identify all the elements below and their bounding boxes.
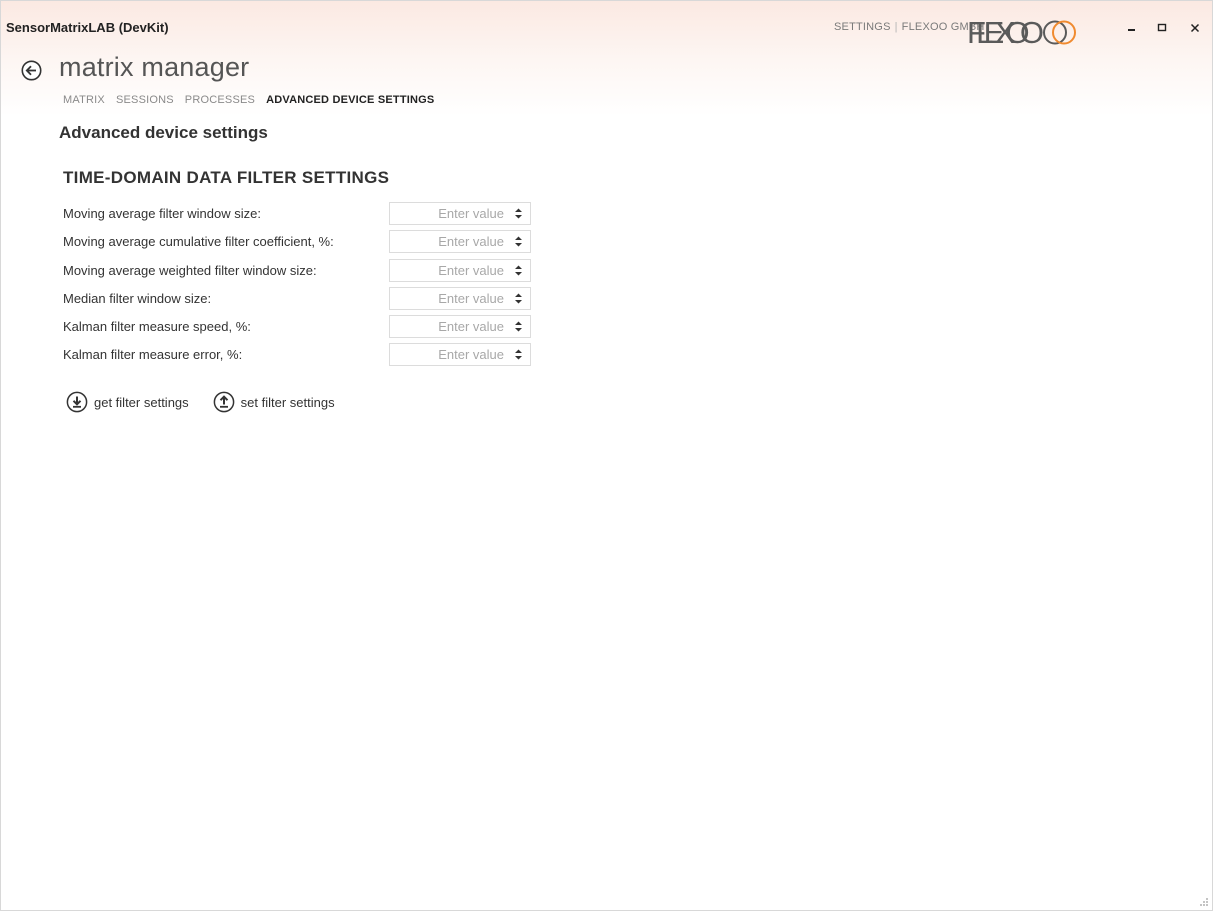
group-title: TIME-DOMAIN DATA FILTER SETTINGS [63,168,390,187]
field-row: Kalman filter measure error, %: [63,342,533,370]
app-window: SensorMatrixLAB (DevKit) SETTINGS | FLEXOO… [0,0,1213,911]
page-title: matrix manager [59,52,250,82]
tab-processes[interactable]: PROCESSES [185,94,255,106]
minimize-button[interactable] [1119,16,1145,40]
tab-sessions[interactable]: SESSIONS [116,94,174,106]
median-filter-window-size-spinbox [389,286,531,310]
spin-arrows-icon[interactable] [508,344,528,365]
moving-average-weighted-window-size-spinbox [389,258,531,282]
spin-arrows-icon[interactable] [508,203,528,224]
resize-grip-icon[interactable] [1199,897,1209,907]
filter-actions: get filter settings set filter settings [66,391,335,413]
field-label: Moving average weighted filter window si… [63,262,317,278]
get-filter-settings-label: get filter settings [94,394,189,410]
logo-text: FLEXOO [967,16,1045,48]
filter-settings-form: Moving average filter window size: Movin… [63,201,533,371]
spin-arrows-icon[interactable] [508,316,528,337]
spin-arrows-icon[interactable] [508,288,528,309]
moving-average-weighted-window-size-input[interactable] [390,259,508,281]
median-filter-window-size-input[interactable] [390,287,508,309]
back-arrow-icon[interactable] [21,60,42,81]
maximize-icon [1157,23,1167,32]
field-label: Median filter window size: [63,290,212,306]
field-row: Moving average cumulative filter coeffic… [63,229,533,257]
section-title: Advanced device settings [59,123,268,142]
field-label: Moving average filter window size: [63,206,261,221]
spin-arrows-icon[interactable] [508,231,528,252]
top-links: SETTINGS | FLEXOO GMBH [834,21,985,33]
field-label: Moving average cumulative filter coeffic… [63,234,334,250]
maximize-button[interactable] [1149,16,1175,40]
kalman-measure-error-input[interactable] [390,344,508,366]
moving-average-cumulative-coefficient-spinbox [389,230,531,254]
field-label: Kalman filter measure speed, %: [63,319,251,335]
nav-tabs: MATRIX SESSIONS PROCESSES ADVANCED DEVIC… [63,94,434,106]
settings-link[interactable]: SETTINGS [834,21,891,33]
field-row: Median filter window size: [63,286,533,314]
tab-matrix[interactable]: MATRIX [63,94,105,106]
field-row: Kalman filter measure speed, %: [63,314,533,342]
moving-average-window-size-input[interactable] [390,203,508,224]
field-row: Moving average filter window size: [63,201,533,229]
spin-arrows-icon[interactable] [508,260,528,281]
set-filter-settings-label: set filter settings [240,394,335,410]
tab-advanced-device-settings[interactable]: ADVANCED DEVICE SETTINGS [266,94,434,106]
upload-icon [213,391,235,413]
link-separator: | [894,21,898,33]
get-filter-settings-button[interactable]: get filter settings [66,391,189,413]
moving-average-cumulative-coefficient-input[interactable] [390,231,508,253]
kalman-measure-speed-input[interactable] [390,316,508,338]
close-icon [1190,23,1200,33]
close-button[interactable] [1182,16,1208,40]
field-row: Moving average weighted filter window si… [63,258,533,286]
set-filter-settings-button[interactable]: set filter settings [213,391,335,413]
kalman-measure-speed-spinbox [389,315,531,339]
minimize-icon [1128,29,1135,31]
app-title: SensorMatrixLAB (DevKit) [6,20,169,35]
download-icon [66,391,88,413]
moving-average-window-size-spinbox [389,202,531,225]
field-label: Kalman filter measure error, %: [63,347,243,363]
title-bar: SensorMatrixLAB (DevKit) SETTINGS | FLEXOO… [1,1,1212,53]
kalman-measure-error-spinbox [389,343,531,367]
flexoo-logo: FLEXOO [967,16,1076,48]
